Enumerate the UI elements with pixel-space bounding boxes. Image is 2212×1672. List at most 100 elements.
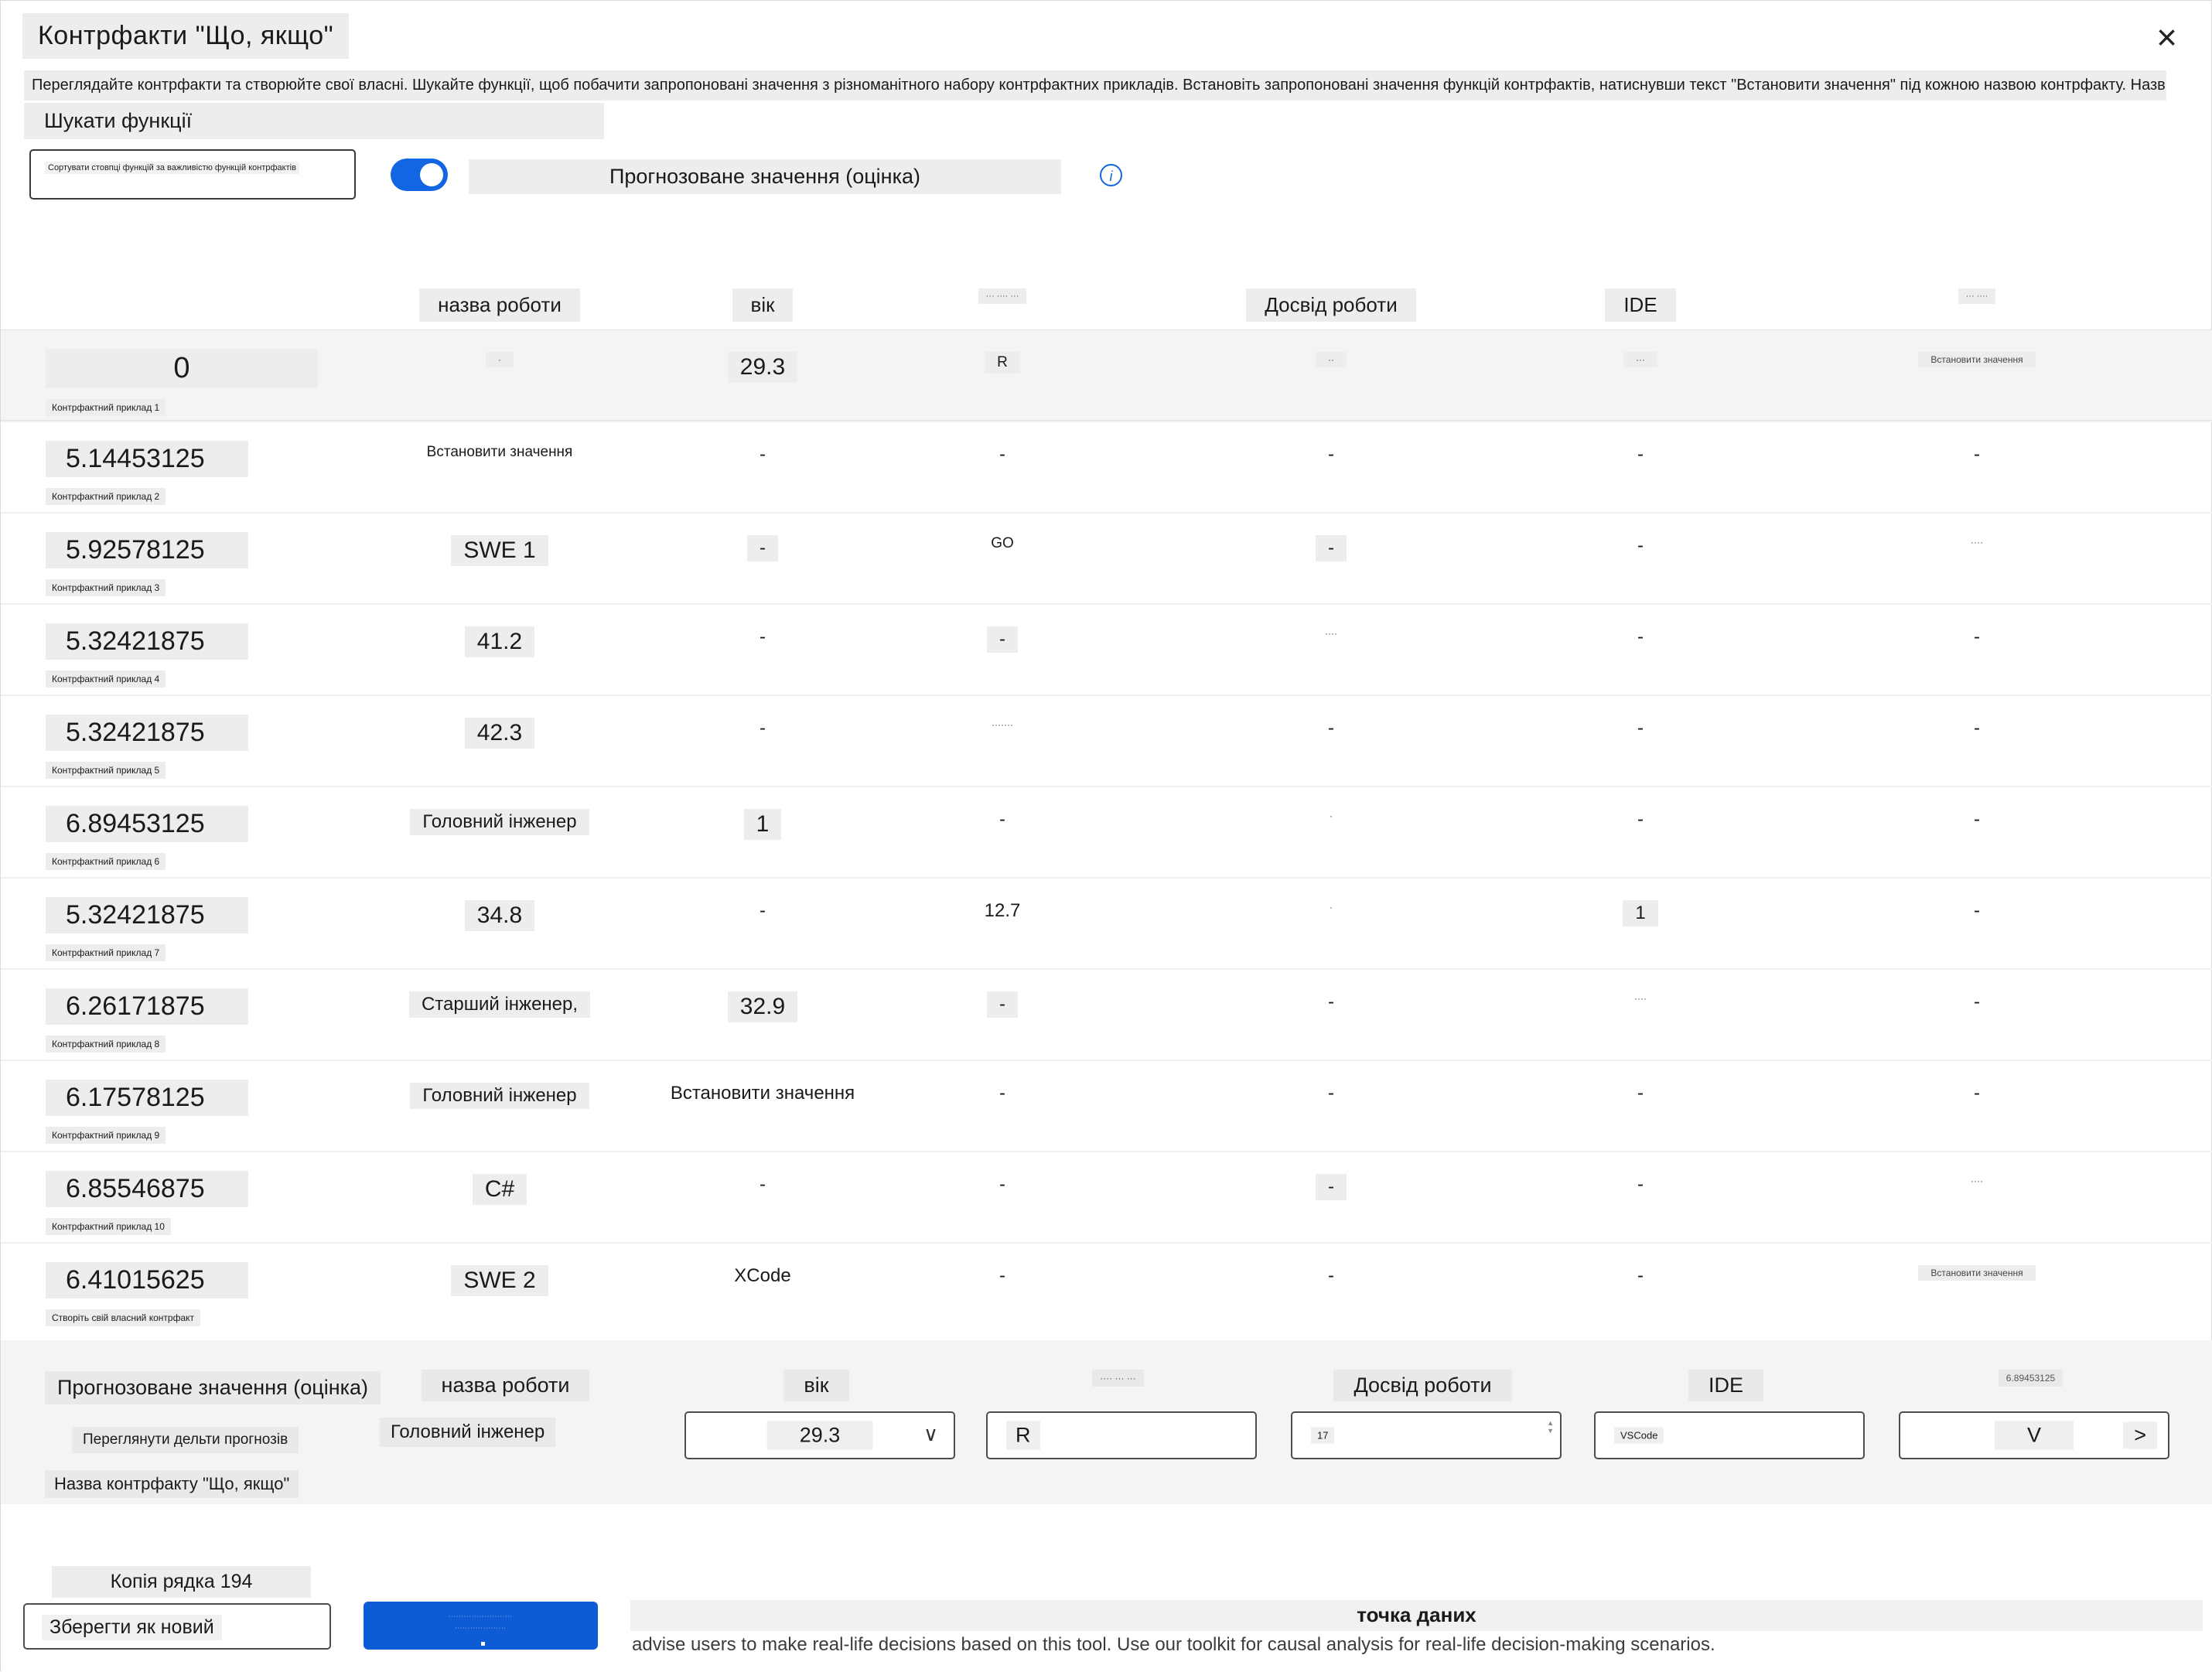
cell-value: XCode	[734, 1265, 791, 1286]
cell-value: 32.9	[727, 991, 798, 1022]
cell-value: Старший інженер,	[408, 991, 591, 1018]
panel-dropdown[interactable]: 29.3 ∨	[684, 1411, 955, 1459]
row-label: Контрфактний приклад 4	[46, 671, 166, 688]
cell-value: -	[1328, 444, 1334, 465]
cell-value: -	[760, 718, 766, 739]
panel-column: назва роботи Головний інженер	[357, 1340, 654, 1447]
row-prediction-value: 6.17578125	[46, 1080, 248, 1116]
cell-value: -	[1328, 1083, 1334, 1104]
panel-control-value: 17	[1311, 1427, 1335, 1444]
cell-value: 41.2	[464, 626, 535, 657]
cell-value: -	[747, 535, 778, 561]
row-prediction-value: 0	[46, 349, 318, 388]
view-deltas-link[interactable]: Переглянути дельти прогнозів	[72, 1427, 299, 1453]
cell-value: -	[1328, 991, 1334, 1012]
predicted-value-toggle[interactable]	[391, 159, 448, 191]
cell-value: R	[985, 352, 1020, 374]
column-header-experience: Досвід роботи	[1122, 281, 1540, 329]
cell-value: -	[999, 1174, 1005, 1195]
toggle-knob	[420, 163, 443, 186]
panel-input[interactable]: R	[986, 1411, 1257, 1459]
cell-value: -	[1974, 1083, 1980, 1104]
search-input-value: Сортувати стовпці функцій за важливістю …	[45, 162, 299, 174]
row-prediction-value: 6.41015625	[46, 1262, 248, 1298]
cell-value: 29.3	[727, 352, 798, 383]
panel-column: ···· ··· ··· R	[969, 1340, 1267, 1459]
panel-column: вік 29.3 ∨	[667, 1340, 965, 1459]
table-row: 6.17578125 Контрфактний приклад 9 Головний…	[1, 1060, 2212, 1151]
search-features-label: Шукати функції	[24, 103, 604, 139]
blue-button-line2: ····················	[455, 1626, 507, 1631]
search-features-input[interactable]: Сортувати стовпці функцій за важливістю …	[29, 149, 356, 200]
cell-value: -	[1328, 718, 1334, 739]
panel-column-header: IDE	[1688, 1370, 1763, 1401]
panel-column-header: ···· ··· ···	[1092, 1370, 1144, 1387]
copy-row-label: Копія рядка 194	[52, 1566, 311, 1598]
cell-value: Головний інженер	[410, 1083, 589, 1109]
cell-value: -	[1637, 535, 1644, 556]
cell-value: -	[760, 900, 766, 921]
table-row: 6.85546875 Контрфактний приклад 10 C# - - - - ·…	[1, 1151, 2212, 1242]
footer-bar: Копія рядка 194 Зберегти як новий ······…	[1, 1504, 2212, 1672]
column-header-language: ··· ···· ···	[882, 281, 1122, 329]
cell-value: -	[1637, 1083, 1644, 1104]
panel-text-value: Головний інженер	[380, 1418, 556, 1447]
cell-value: -	[987, 626, 1018, 653]
cell-value: -	[1316, 535, 1347, 561]
row-label: Контрфактний приклад 1	[46, 399, 166, 416]
column-header-ide: IDE	[1540, 281, 1741, 329]
panel-dropdown[interactable]: V >	[1899, 1411, 2169, 1459]
cell-value: 12.7	[984, 900, 1021, 921]
table-row: 5.32421875 Контрфактний приклад 5 42.3 - ···…	[1, 694, 2212, 786]
table-row: 5.92578125 Контрфактний приклад 3 SWE 1 - GO…	[1, 512, 2212, 603]
cell-value: ····	[1971, 537, 1983, 548]
cell-value: -	[987, 991, 1018, 1018]
row-prediction-value: 5.92578125	[46, 532, 248, 568]
primary-action-button[interactable]: ························· ··············…	[364, 1602, 598, 1650]
save-as-new-button[interactable]: Зберегти як новий	[23, 1603, 331, 1650]
panel-control-value: VSCode	[1614, 1427, 1664, 1444]
blue-button-line1: ·························	[448, 1614, 514, 1619]
spinner-arrows-icon[interactable]: ▲ ▼	[1547, 1419, 1554, 1435]
row-label: Контрфактний приклад 7	[46, 944, 166, 961]
cell-value: ···	[1623, 352, 1657, 367]
panel-spinner-input[interactable]: 17 ▲ ▼	[1291, 1411, 1562, 1459]
info-icon[interactable]: i	[1100, 164, 1122, 186]
panel-control-value: V	[1994, 1421, 2074, 1450]
column-header-last: ··· ····	[1741, 281, 2212, 329]
cell-value: -	[760, 444, 766, 465]
blue-button-dot	[480, 1642, 485, 1646]
predicted-value-label: Прогнозоване значення (оцінка)	[469, 159, 1061, 194]
panel-input[interactable]: VSCode	[1594, 1411, 1865, 1459]
column-header-rowname	[1, 281, 357, 329]
panel-column-header: назва роботи	[421, 1370, 590, 1401]
panel-control-value: 29.3	[766, 1421, 873, 1450]
set-value-link[interactable]: Встановити значення	[671, 1083, 855, 1104]
next-arrow-icon[interactable]: >	[2123, 1421, 2157, 1449]
cell-value: -	[999, 809, 1005, 830]
set-value-link[interactable]: Встановити значення	[1918, 352, 2036, 367]
cell-value: -	[1637, 809, 1644, 830]
table-row: 0 Контрфактний приклад 1 · 29.3 R ·· ··· Встано…	[1, 329, 2212, 421]
cell-value: 42.3	[464, 718, 535, 749]
cell-value: ·	[1330, 902, 1333, 913]
cell-value: ·	[486, 352, 514, 367]
cell-value: -	[1637, 444, 1644, 465]
predicted-value-heading: Прогнозоване значення (оцінка)	[45, 1371, 381, 1404]
footnote-text: advise users to make real-life decisions…	[632, 1634, 1715, 1655]
table-row: 6.41015625 Створіть свій власний контрфак…	[1, 1242, 2212, 1333]
table-header-row: назва роботи вік ··· ···· ··· Досвід роб…	[1, 281, 2212, 329]
cell-value: ····	[1325, 628, 1337, 639]
cell-value: -	[1974, 718, 1980, 739]
column-header-age: вік	[643, 281, 882, 329]
set-value-link[interactable]: Встановити значення	[427, 444, 573, 460]
counterfactual-table: 0 Контрфактний приклад 1 · 29.3 R ·· ··· Встано…	[1, 329, 2212, 1333]
cell-value: ·······	[992, 719, 1013, 730]
row-prediction-value: 6.26171875	[46, 988, 248, 1025]
set-value-link[interactable]: Встановити значення	[1918, 1265, 2036, 1281]
cell-value: 1	[1623, 900, 1658, 926]
close-icon[interactable]: ×	[2156, 19, 2177, 55]
table-row: 5.14453125 Контрфактний приклад 2 Встанови…	[1, 421, 2212, 512]
cell-value: -	[1974, 809, 1980, 830]
cell-value: GO	[991, 535, 1014, 551]
